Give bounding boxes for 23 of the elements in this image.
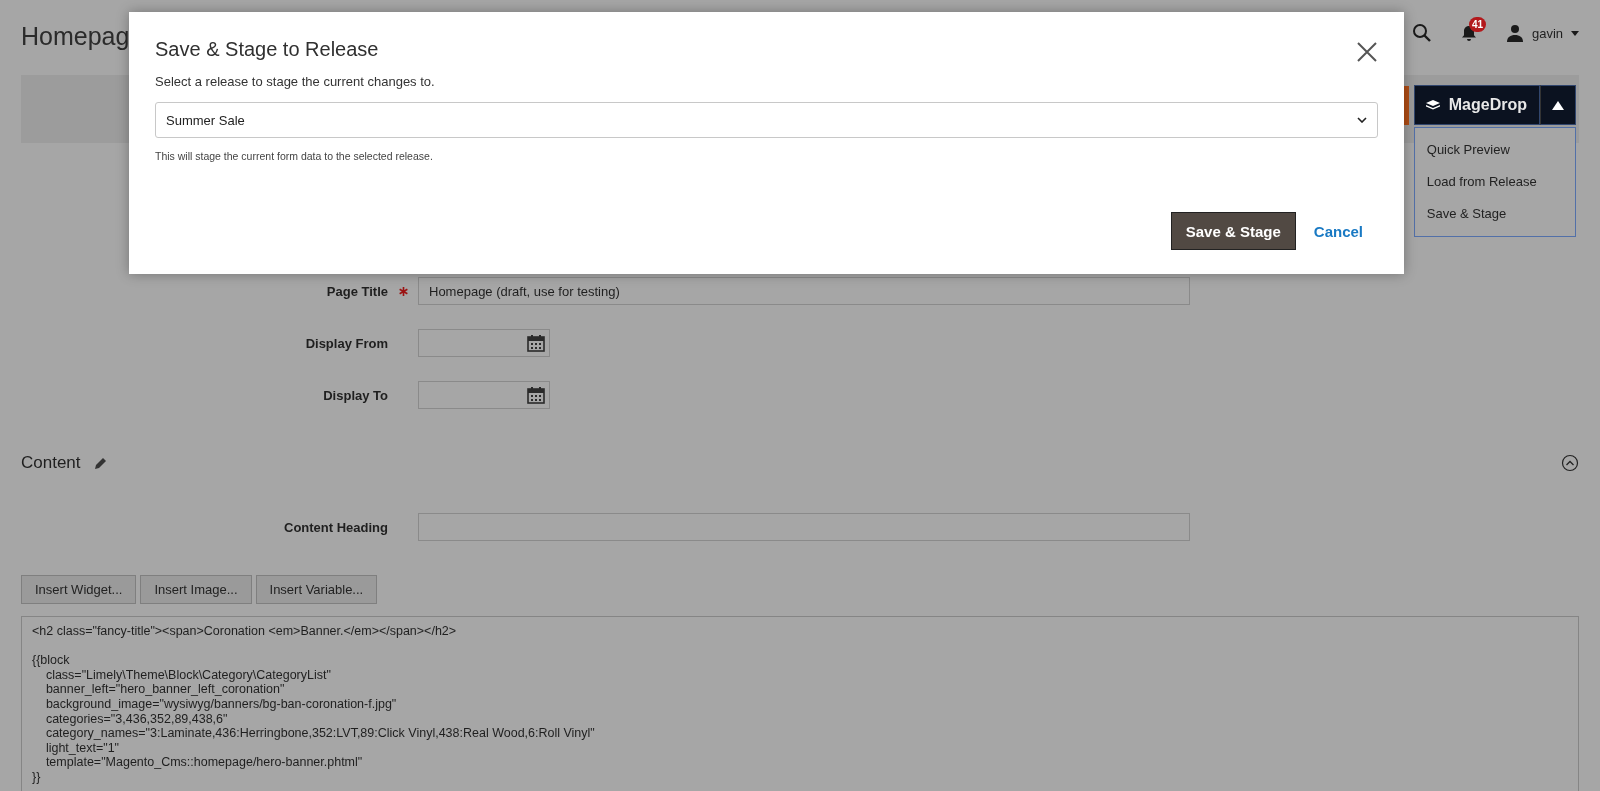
menu-item[interactable]: Quick Preview (1414, 134, 1575, 166)
code-editor[interactable]: <h2 class="fancy-title"><span>Coronation <em>Banner.</em></span></h2> {{block class="Limely\Theme\Block\Category\CategoryList" banner_left="hero_banner_left_coronation" background_image="wysiwyg/banners/bg-ban-coronation-f.jpg" categories="3,436,352,89,438,6" category_names="3:Laminate,436:Herringbone,352:LVT,89:Click Vinyl,438:Real Wood,6:Roll Vinyl" light_text="1" template="Magento_Cms::homepage/hero-banner.phtml" }} (21, 616, 1579, 791)
page-title: Homepag (21, 21, 130, 51)
help-text: This will stage the current form data to the selected release. (155, 150, 434, 162)
field-label: Display From (305, 335, 388, 351)
insert-button[interactable]: Insert Variable... (255, 575, 378, 604)
menu-item[interactable]: Save & Stage (1414, 198, 1575, 230)
menu-item[interactable]: Load from Release (1414, 166, 1575, 198)
user-name[interactable]: gavin (1531, 25, 1563, 41)
section-title: Content (21, 453, 81, 473)
field-label: Content Heading (284, 519, 388, 535)
field-label: Page Title (326, 283, 388, 299)
modal-prompt: Select a release to stage the current changes to. (155, 74, 436, 89)
magedrop-button[interactable]: MageDrop (1413, 85, 1540, 125)
cancel-link[interactable]: Cancel (1313, 222, 1363, 240)
modal-title: Save & Stage to Release (155, 38, 379, 61)
notification-badge: 41 (1468, 17, 1487, 32)
save-stage-button[interactable]: Save & Stage (1170, 212, 1296, 250)
insert-button[interactable]: Insert Image... (140, 575, 252, 604)
text-field[interactable]: Homepage (draft, use for testing) (418, 277, 1190, 305)
insert-button[interactable]: Insert Widget... (21, 575, 137, 604)
release-select[interactable]: Summer Sale (155, 102, 1378, 138)
field-label: Display To (323, 387, 388, 403)
